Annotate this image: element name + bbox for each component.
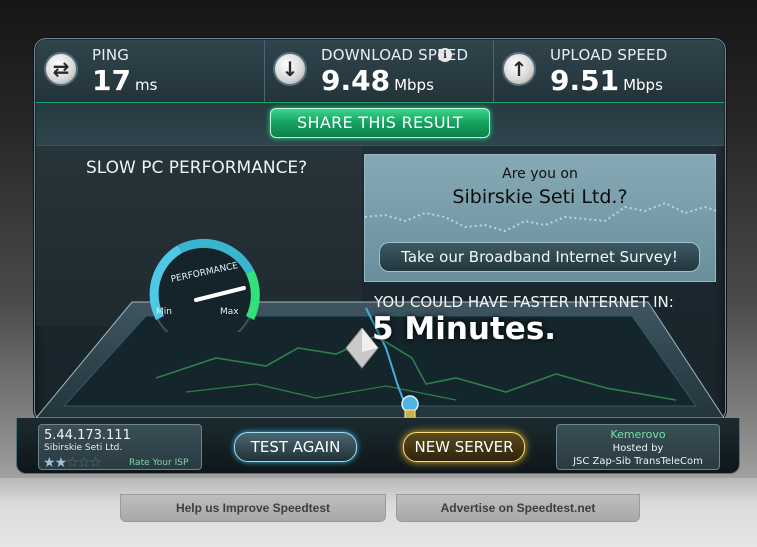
gauge-min-label: Min xyxy=(156,307,172,317)
rate-isp-link[interactable]: Rate Your ISP xyxy=(129,458,188,468)
server-city: Kemerovo xyxy=(610,428,666,441)
ping-number: 17 xyxy=(92,64,131,97)
client-ip: 5.44.173.111 xyxy=(44,428,131,443)
faster-internet-label: YOU COULD HAVE FASTER INTERNET IN: xyxy=(374,293,674,311)
test-again-button[interactable]: TEST AGAIN xyxy=(234,432,357,462)
gauge-max-label: Max xyxy=(220,307,239,317)
share-result-button[interactable]: SHARE THIS RESULT xyxy=(270,108,490,138)
upload-number: 9.51 xyxy=(550,64,620,97)
star-empty-icon[interactable]: ☆ xyxy=(78,455,91,471)
upload-unit: Mbps xyxy=(623,76,663,94)
hosted-by-label: Hosted by xyxy=(612,443,664,454)
new-server-button[interactable]: NEW SERVER xyxy=(403,432,525,462)
swap-arrows-icon: ⇄ xyxy=(44,52,78,86)
advertise-link[interactable]: Advertise on Speedtest.net xyxy=(396,494,640,522)
download-unit: Mbps xyxy=(394,76,434,94)
download-value: 9.48 Mbps xyxy=(321,64,434,97)
ping-value: 17 ms xyxy=(92,64,157,97)
upload-label: UPLOAD SPEED xyxy=(550,46,668,64)
ping-label: PING xyxy=(92,46,130,64)
stats-row: ⇄ PING 17 ms ↓ DOWNLOAD SPEED 9.48 Mbps ↑ … xyxy=(36,40,724,102)
ping-stat: ⇄ PING 17 ms xyxy=(36,40,265,102)
ping-unit: ms xyxy=(134,76,158,94)
upload-value: 9.51 Mbps xyxy=(550,64,663,97)
star-icon[interactable]: ★ xyxy=(43,455,56,471)
info-icon[interactable]: i xyxy=(438,48,452,62)
performance-gauge[interactable]: PERFORMANCE Min Max xyxy=(140,232,266,332)
arrow-up-icon: ↑ xyxy=(502,52,536,86)
arrow-down-icon: ↓ xyxy=(273,52,307,86)
client-isp: Sibirskie Seti Ltd. xyxy=(44,443,123,453)
survey-question: Are you on xyxy=(502,166,578,182)
survey-isp-name: Sibirskie Seti Ltd.? xyxy=(452,186,628,208)
performance-title[interactable]: SLOW PC PERFORMANCE? xyxy=(86,158,307,178)
star-empty-icon[interactable]: ☆ xyxy=(89,455,102,471)
server-marker-icon xyxy=(345,328,379,369)
help-improve-link[interactable]: Help us Improve Speedtest xyxy=(120,494,386,522)
faster-internet-value: 5 Minutes. xyxy=(372,311,557,347)
upload-stat: ↑ UPLOAD SPEED 9.51 Mbps xyxy=(494,40,724,102)
star-empty-icon[interactable]: ☆ xyxy=(66,455,79,471)
survey-button[interactable]: Take our Broadband Internet Survey! xyxy=(379,242,700,272)
isp-rating-stars[interactable]: ★★☆☆☆ xyxy=(43,455,102,471)
download-number: 9.48 xyxy=(321,64,391,97)
download-stat: ↓ DOWNLOAD SPEED 9.48 Mbps xyxy=(265,40,494,102)
server-host: JSC Zap-Sib TransTeleCom xyxy=(573,456,703,467)
star-icon[interactable]: ★ xyxy=(55,455,68,471)
